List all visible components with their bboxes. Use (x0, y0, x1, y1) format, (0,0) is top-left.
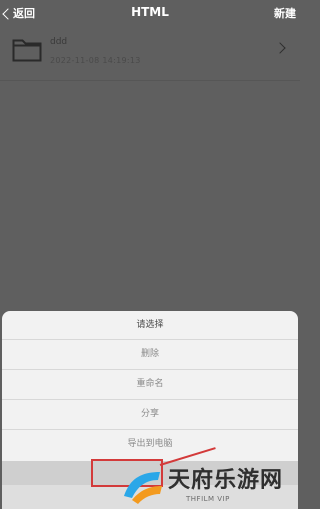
file-modified-time: 2022-11-08 14:19:13 (50, 56, 141, 65)
back-label: 返回 (13, 7, 35, 20)
share-option[interactable]: 分享 (2, 399, 298, 429)
file-name: ddd (50, 37, 68, 47)
chevron-left-icon (2, 7, 14, 20)
file-list-item[interactable]: ddd 2022-11-08 14:19:13 (0, 30, 300, 78)
new-button[interactable]: 新建 (274, 5, 300, 21)
rename-option[interactable]: 重命名 (2, 369, 298, 399)
action-sheet: 请选择 删除 重命名 分享 导出到电脑 (2, 311, 298, 461)
watermark: 天府乐游网 THFILM VIP (120, 462, 300, 509)
page-title: HTML (131, 5, 169, 19)
chevron-right-icon (274, 42, 286, 54)
watermark-logo-icon (124, 471, 162, 504)
watermark-subtitle: THFILM VIP (186, 494, 230, 503)
delete-option[interactable]: 删除 (2, 339, 298, 369)
watermark-text: 天府乐游网 THFILM VIP (168, 468, 283, 504)
list-divider (0, 80, 300, 81)
nav-bar: 返回 HTML 新建 (0, 0, 300, 26)
watermark-title: 天府乐游网 (168, 467, 284, 493)
action-sheet-header: 请选择 (136, 320, 164, 330)
folder-icon (12, 39, 42, 62)
back-button[interactable]: 返回 (0, 5, 35, 21)
export-to-computer-option[interactable]: 导出到电脑 (2, 429, 298, 459)
